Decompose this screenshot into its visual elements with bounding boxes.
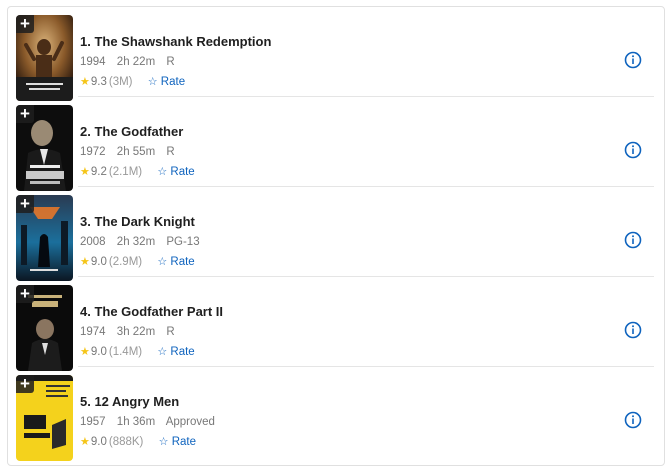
movie-runtime: 2h 32m bbox=[116, 236, 156, 248]
list-item: + 4. The Godfather Part II 1974 3h 22m R… bbox=[8, 277, 664, 371]
movie-runtime: 1h 36m bbox=[116, 416, 156, 428]
rate-button[interactable]: ☆ Rate bbox=[148, 76, 185, 88]
movie-certificate: R bbox=[166, 326, 175, 338]
plus-icon[interactable]: + bbox=[16, 285, 34, 303]
movie-title[interactable]: 2. The Godfather bbox=[80, 124, 183, 139]
movie-meta: 1994 2h 22m R bbox=[80, 56, 183, 68]
star-outline-icon: ☆ bbox=[157, 166, 168, 178]
poster-image[interactable]: + bbox=[16, 195, 73, 281]
rate-button[interactable]: ☆ Rate bbox=[159, 436, 196, 448]
movie-runtime: 3h 22m bbox=[116, 326, 156, 338]
poster-image[interactable]: + bbox=[16, 375, 73, 461]
vote-count: (888K) bbox=[108, 436, 144, 448]
plus-icon[interactable]: + bbox=[16, 105, 34, 123]
movie-runtime: 2h 55m bbox=[116, 146, 156, 158]
list-item: + 2. The Godfather 1972 2h 55m R ★9.2 (2.… bbox=[8, 97, 664, 191]
star-icon: ★ bbox=[80, 76, 90, 88]
info-icon[interactable] bbox=[624, 231, 642, 249]
imdb-rating: 9.0 bbox=[90, 436, 107, 448]
star-icon: ★ bbox=[80, 256, 90, 268]
vote-count: (3M) bbox=[108, 76, 133, 88]
movie-certificate: Approved bbox=[165, 416, 215, 428]
movie-meta: 2008 2h 32m PG-13 bbox=[80, 236, 208, 248]
movie-year: 1972 bbox=[80, 146, 106, 158]
rating-group: ★9.2 (2.1M) ☆ Rate bbox=[80, 165, 195, 178]
star-icon: ★ bbox=[80, 346, 90, 358]
star-outline-icon: ☆ bbox=[147, 76, 158, 88]
rating-group: ★9.0 (2.9M) ☆ Rate bbox=[80, 255, 195, 268]
movie-certificate: R bbox=[166, 56, 175, 68]
imdb-rating: 9.3 bbox=[90, 76, 107, 88]
star-outline-icon: ☆ bbox=[158, 436, 169, 448]
vote-count: (1.4M) bbox=[108, 346, 143, 358]
movie-year: 1957 bbox=[80, 416, 106, 428]
movie-runtime: 2h 22m bbox=[116, 56, 156, 68]
star-outline-icon: ☆ bbox=[157, 346, 168, 358]
movie-year: 1994 bbox=[80, 56, 106, 68]
movie-title[interactable]: 3. The Dark Knight bbox=[80, 214, 195, 229]
list-item: + 5. 12 Angry Men 1957 1h 36m Approved ★… bbox=[8, 367, 664, 461]
rate-button[interactable]: ☆ Rate bbox=[157, 346, 194, 358]
info-icon[interactable] bbox=[624, 141, 642, 159]
poster-image[interactable]: + bbox=[16, 105, 73, 191]
list-item: + 1. The Shawshank Redemption 1994 2h 22… bbox=[8, 7, 664, 101]
rate-button[interactable]: ☆ Rate bbox=[157, 166, 194, 178]
info-icon[interactable] bbox=[624, 321, 642, 339]
plus-icon[interactable]: + bbox=[16, 15, 34, 33]
plus-icon[interactable]: + bbox=[16, 195, 34, 213]
movie-certificate: R bbox=[166, 146, 175, 158]
movie-title[interactable]: 1. The Shawshank Redemption bbox=[80, 34, 271, 49]
movie-year: 1974 bbox=[80, 326, 106, 338]
rate-label: Rate bbox=[171, 436, 196, 448]
rate-label: Rate bbox=[170, 256, 195, 268]
star-outline-icon: ☆ bbox=[157, 256, 168, 268]
rating-group: ★9.3 (3M) ☆ Rate bbox=[80, 75, 185, 88]
rate-label: Rate bbox=[170, 346, 195, 358]
star-icon: ★ bbox=[80, 436, 90, 448]
poster-image[interactable]: + bbox=[16, 15, 73, 101]
imdb-rating: 9.0 bbox=[90, 346, 107, 358]
movie-meta: 1974 3h 22m R bbox=[80, 326, 183, 338]
movie-meta: 1972 2h 55m R bbox=[80, 146, 183, 158]
chart-list: + 1. The Shawshank Redemption 1994 2h 22… bbox=[7, 6, 665, 466]
rate-label: Rate bbox=[170, 166, 195, 178]
movie-year: 2008 bbox=[80, 236, 106, 248]
movie-certificate: PG-13 bbox=[166, 236, 200, 248]
rate-button[interactable]: ☆ Rate bbox=[157, 256, 194, 268]
rating-group: ★9.0 (1.4M) ☆ Rate bbox=[80, 345, 195, 358]
movie-title[interactable]: 4. The Godfather Part II bbox=[80, 304, 223, 319]
vote-count: (2.9M) bbox=[108, 256, 143, 268]
movie-title[interactable]: 5. 12 Angry Men bbox=[80, 394, 179, 409]
plus-icon[interactable]: + bbox=[16, 375, 34, 393]
rating-group: ★9.0 (888K) ☆ Rate bbox=[80, 435, 196, 448]
info-icon[interactable] bbox=[624, 411, 642, 429]
imdb-rating: 9.0 bbox=[90, 256, 107, 268]
star-icon: ★ bbox=[80, 166, 90, 178]
vote-count: (2.1M) bbox=[108, 166, 143, 178]
poster-image[interactable]: + bbox=[16, 285, 73, 371]
movie-meta: 1957 1h 36m Approved bbox=[80, 416, 223, 428]
list-item: + 3. The Dark Knight 2008 2h 32m PG-13 ★… bbox=[8, 187, 664, 281]
rate-label: Rate bbox=[160, 76, 186, 88]
info-icon[interactable] bbox=[624, 51, 642, 69]
imdb-rating: 9.2 bbox=[90, 166, 107, 178]
